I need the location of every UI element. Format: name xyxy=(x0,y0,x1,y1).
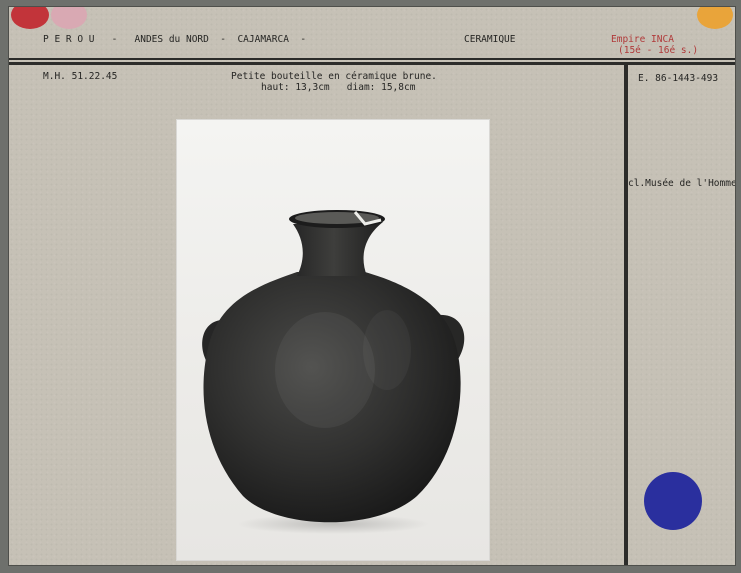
red-marker-dot xyxy=(11,7,49,29)
culture-label: Empire INCA xyxy=(611,34,674,45)
catalog-card: P E R O U - ANDES du NORD - CAJAMARCA - … xyxy=(8,6,736,566)
date-range-label: (15é - 16é s.) xyxy=(618,45,699,56)
pink-marker-dot xyxy=(51,7,87,29)
object-photograph xyxy=(177,120,489,560)
ceramic-bottle-image xyxy=(202,210,465,534)
orange-marker-dot xyxy=(697,7,733,29)
category-label: CERAMIQUE xyxy=(464,34,516,45)
object-dimensions: haut: 13,3cm diam: 15,8cm xyxy=(261,82,416,93)
header-divider xyxy=(9,58,735,60)
location-label: P E R O U - ANDES du NORD - CAJAMARCA - xyxy=(43,34,307,45)
column-divider xyxy=(624,63,628,565)
photo-credit: cl.Musée de l'Homme xyxy=(628,178,736,189)
object-description: Petite bouteille en céramique brune. xyxy=(231,71,437,82)
blue-marker-dot xyxy=(644,472,702,530)
photo-number: E. 86-1443-493 xyxy=(638,73,719,84)
museum-number: M.H. 51.22.45 xyxy=(43,71,118,82)
